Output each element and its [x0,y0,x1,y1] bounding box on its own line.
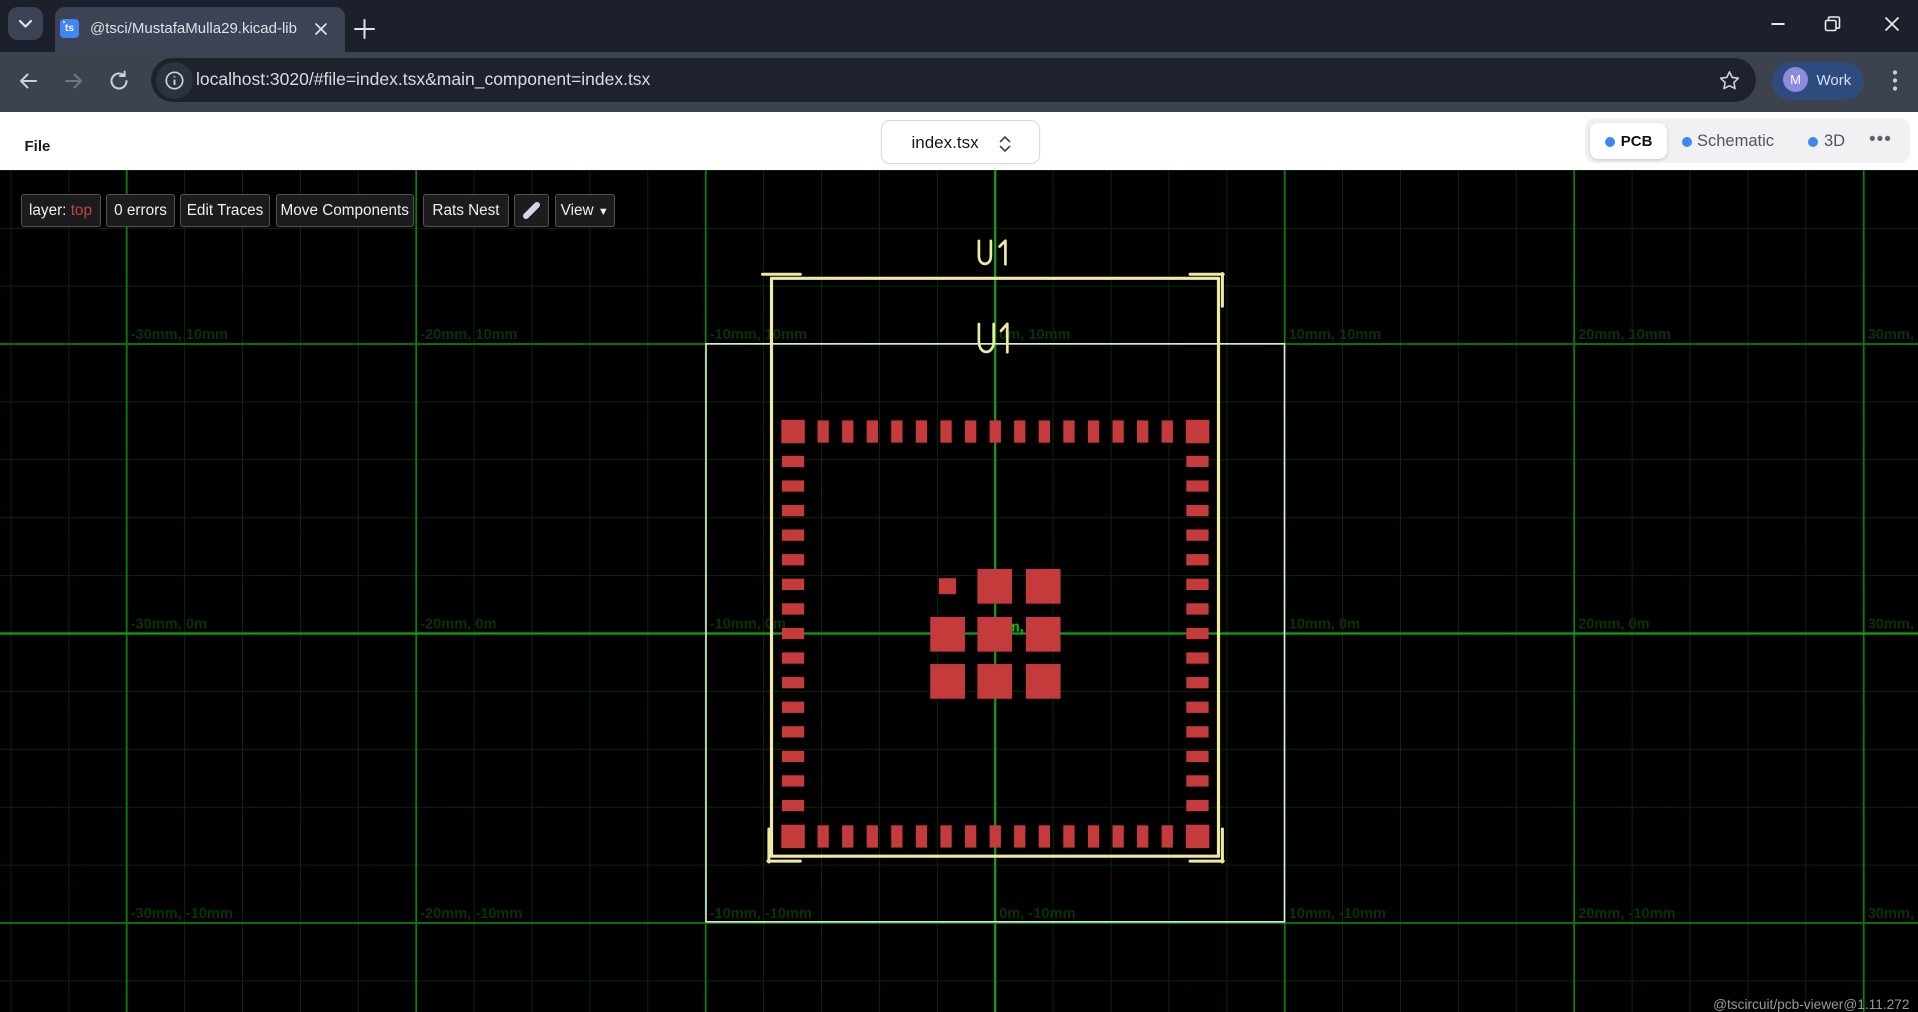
svg-text:30mm, 10mm: 30mm, 10mm [1868,327,1918,343]
svg-text:-20mm, 10mm: -20mm, 10mm [420,327,517,343]
svg-text:-30mm, 0m: -30mm, 0m [131,617,207,633]
svg-text:-20mm, -10mm: -20mm, -10mm [420,906,522,922]
svg-text:-30mm, 10mm: -30mm, 10mm [131,327,228,343]
svg-text:10mm, -10mm: 10mm, -10mm [1289,906,1386,922]
svg-text:0m, 10mm: 0m, 10mm [999,327,1070,343]
svg-text:0m, -10mm: 0m, -10mm [999,906,1075,922]
svg-text:-20mm, 0m: -20mm, 0m [420,617,496,633]
svg-text:-10mm, 0m: -10mm, 0m [710,617,786,633]
svg-text:10mm, 10mm: 10mm, 10mm [1289,327,1382,343]
svg-text:20mm, -10mm: 20mm, -10mm [1578,906,1675,922]
svg-text:-10mm, 10mm: -10mm, 10mm [710,327,807,343]
svg-text:-30mm, -10mm: -30mm, -10mm [131,906,233,922]
svg-text:10mm, 0m: 10mm, 0m [1289,617,1360,633]
svg-text:30mm, -10mm: 30mm, -10mm [1868,906,1918,922]
svg-text:20mm, 10mm: 20mm, 10mm [1578,327,1671,343]
svg-text:30mm, 0m: 30mm, 0m [1868,617,1918,633]
svg-text:20mm, 0m: 20mm, 0m [1578,617,1649,633]
svg-text:-10mm, -10mm: -10mm, -10mm [710,906,812,922]
